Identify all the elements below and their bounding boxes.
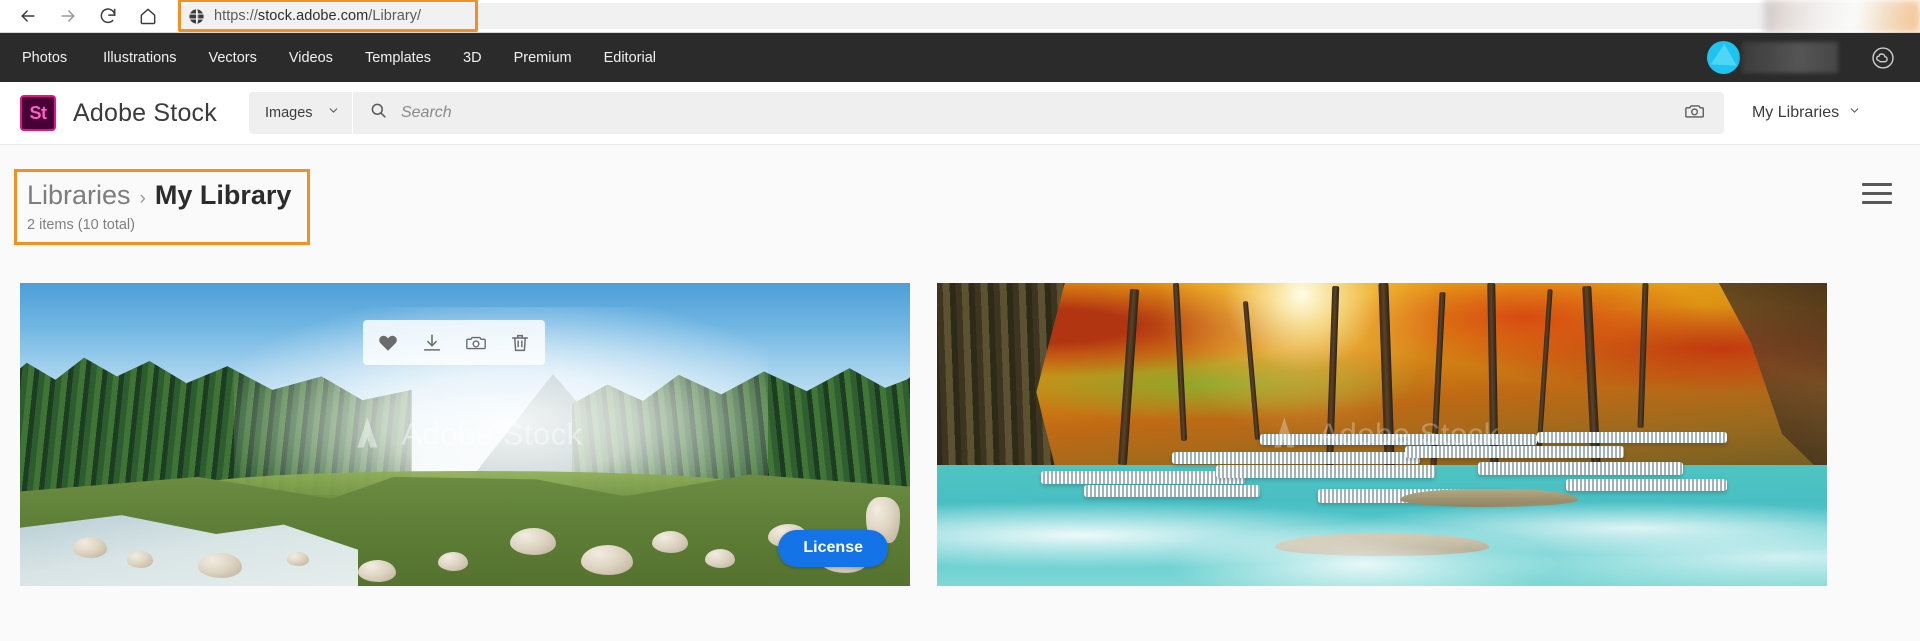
- favorite-icon[interactable]: [377, 332, 399, 354]
- forward-button[interactable]: [50, 2, 86, 30]
- forward-arrow-icon: [58, 6, 78, 26]
- url-text: https://stock.adobe.com/Library/: [214, 8, 421, 24]
- asset-hover-toolbar: [363, 320, 545, 365]
- nav-item-premium[interactable]: Premium: [498, 50, 588, 66]
- home-icon: [138, 6, 158, 26]
- search-input[interactable]: Search: [401, 104, 452, 122]
- browser-toolbar: https://stock.adobe.com/Library/: [0, 0, 1920, 33]
- delete-icon[interactable]: [509, 332, 531, 354]
- asset-type-select[interactable]: Images: [248, 92, 353, 134]
- nav-item-photos[interactable]: Photos: [22, 50, 87, 66]
- find-similar-icon[interactable]: [465, 332, 487, 354]
- license-button[interactable]: License: [778, 530, 888, 567]
- asset-card[interactable]: Adobe Stock: [937, 283, 1827, 586]
- asset-grid: Adobe Stock License Adobe Stock: [20, 283, 1827, 586]
- asset-card[interactable]: Adobe Stock License: [20, 283, 910, 586]
- home-button[interactable]: [130, 2, 166, 30]
- visual-search-button[interactable]: [1665, 92, 1724, 134]
- library-content: Libraries › My Library 2 items (10 total…: [0, 145, 1920, 641]
- browser-nav-buttons: [0, 2, 166, 30]
- nav-item-vectors[interactable]: Vectors: [193, 50, 273, 66]
- chevron-down-icon: [327, 104, 340, 122]
- url-host: stock.adobe.com: [257, 8, 369, 24]
- breadcrumb-current: My Library: [154, 180, 292, 210]
- breadcrumb-libraries-link[interactable]: Libraries: [27, 180, 131, 211]
- breadcrumb: Libraries › My Library: [27, 180, 291, 211]
- adobe-top-nav: Photos Illustrations Vectors Videos Temp…: [0, 33, 1920, 82]
- reload-icon: [98, 6, 118, 26]
- back-arrow-icon: [18, 6, 38, 26]
- chevron-down-icon: [1848, 104, 1861, 122]
- address-bar[interactable]: https://stock.adobe.com/Library/: [178, 3, 1920, 29]
- globe-icon: [188, 8, 205, 25]
- user-avatar[interactable]: [1707, 41, 1740, 74]
- asset-thumbnail-autumn-waterfall: [937, 283, 1827, 586]
- url-scheme: https://: [214, 8, 258, 24]
- reload-button[interactable]: [90, 2, 126, 30]
- nav-item-3d[interactable]: 3D: [447, 50, 498, 66]
- search-group: Images Search: [248, 92, 1724, 134]
- nav-item-templates[interactable]: Templates: [349, 50, 447, 66]
- back-button[interactable]: [10, 2, 46, 30]
- address-bar-container: https://stock.adobe.com/Library/: [178, 0, 1920, 32]
- browser-profile-blurred-region: [1764, 0, 1920, 33]
- breadcrumb-highlight-box: Libraries › My Library 2 items (10 total…: [14, 169, 311, 245]
- username-blurred-label: [1742, 42, 1838, 73]
- stock-header: St Adobe Stock Images Search My Librarie…: [0, 82, 1920, 145]
- my-libraries-label: My Libraries: [1751, 104, 1840, 121]
- my-libraries-menu[interactable]: My Libraries: [1752, 104, 1861, 122]
- asset-type-value: Images: [264, 105, 313, 121]
- search-field-wrap[interactable]: Search: [352, 92, 1666, 134]
- search-icon: [369, 101, 388, 125]
- nav-item-illustrations[interactable]: Illustrations: [87, 50, 192, 66]
- breadcrumb-separator-icon: ›: [139, 188, 146, 209]
- adobe-stock-logo[interactable]: St: [20, 95, 56, 131]
- camera-search-icon: [1684, 100, 1706, 127]
- url-path: /Library/: [368, 8, 422, 24]
- nav-item-videos[interactable]: Videos: [273, 50, 349, 66]
- item-count-label: 2 items (10 total): [27, 217, 135, 233]
- category-nav: Photos Illustrations Vectors Videos Temp…: [0, 50, 672, 66]
- nav-right-cluster: [1707, 41, 1920, 74]
- brand-title: Adobe Stock: [73, 98, 217, 127]
- download-icon[interactable]: [421, 332, 443, 354]
- hamburger-menu-icon[interactable]: [1862, 179, 1896, 207]
- nav-item-editorial[interactable]: Editorial: [588, 50, 672, 66]
- creative-cloud-icon[interactable]: [1870, 45, 1896, 71]
